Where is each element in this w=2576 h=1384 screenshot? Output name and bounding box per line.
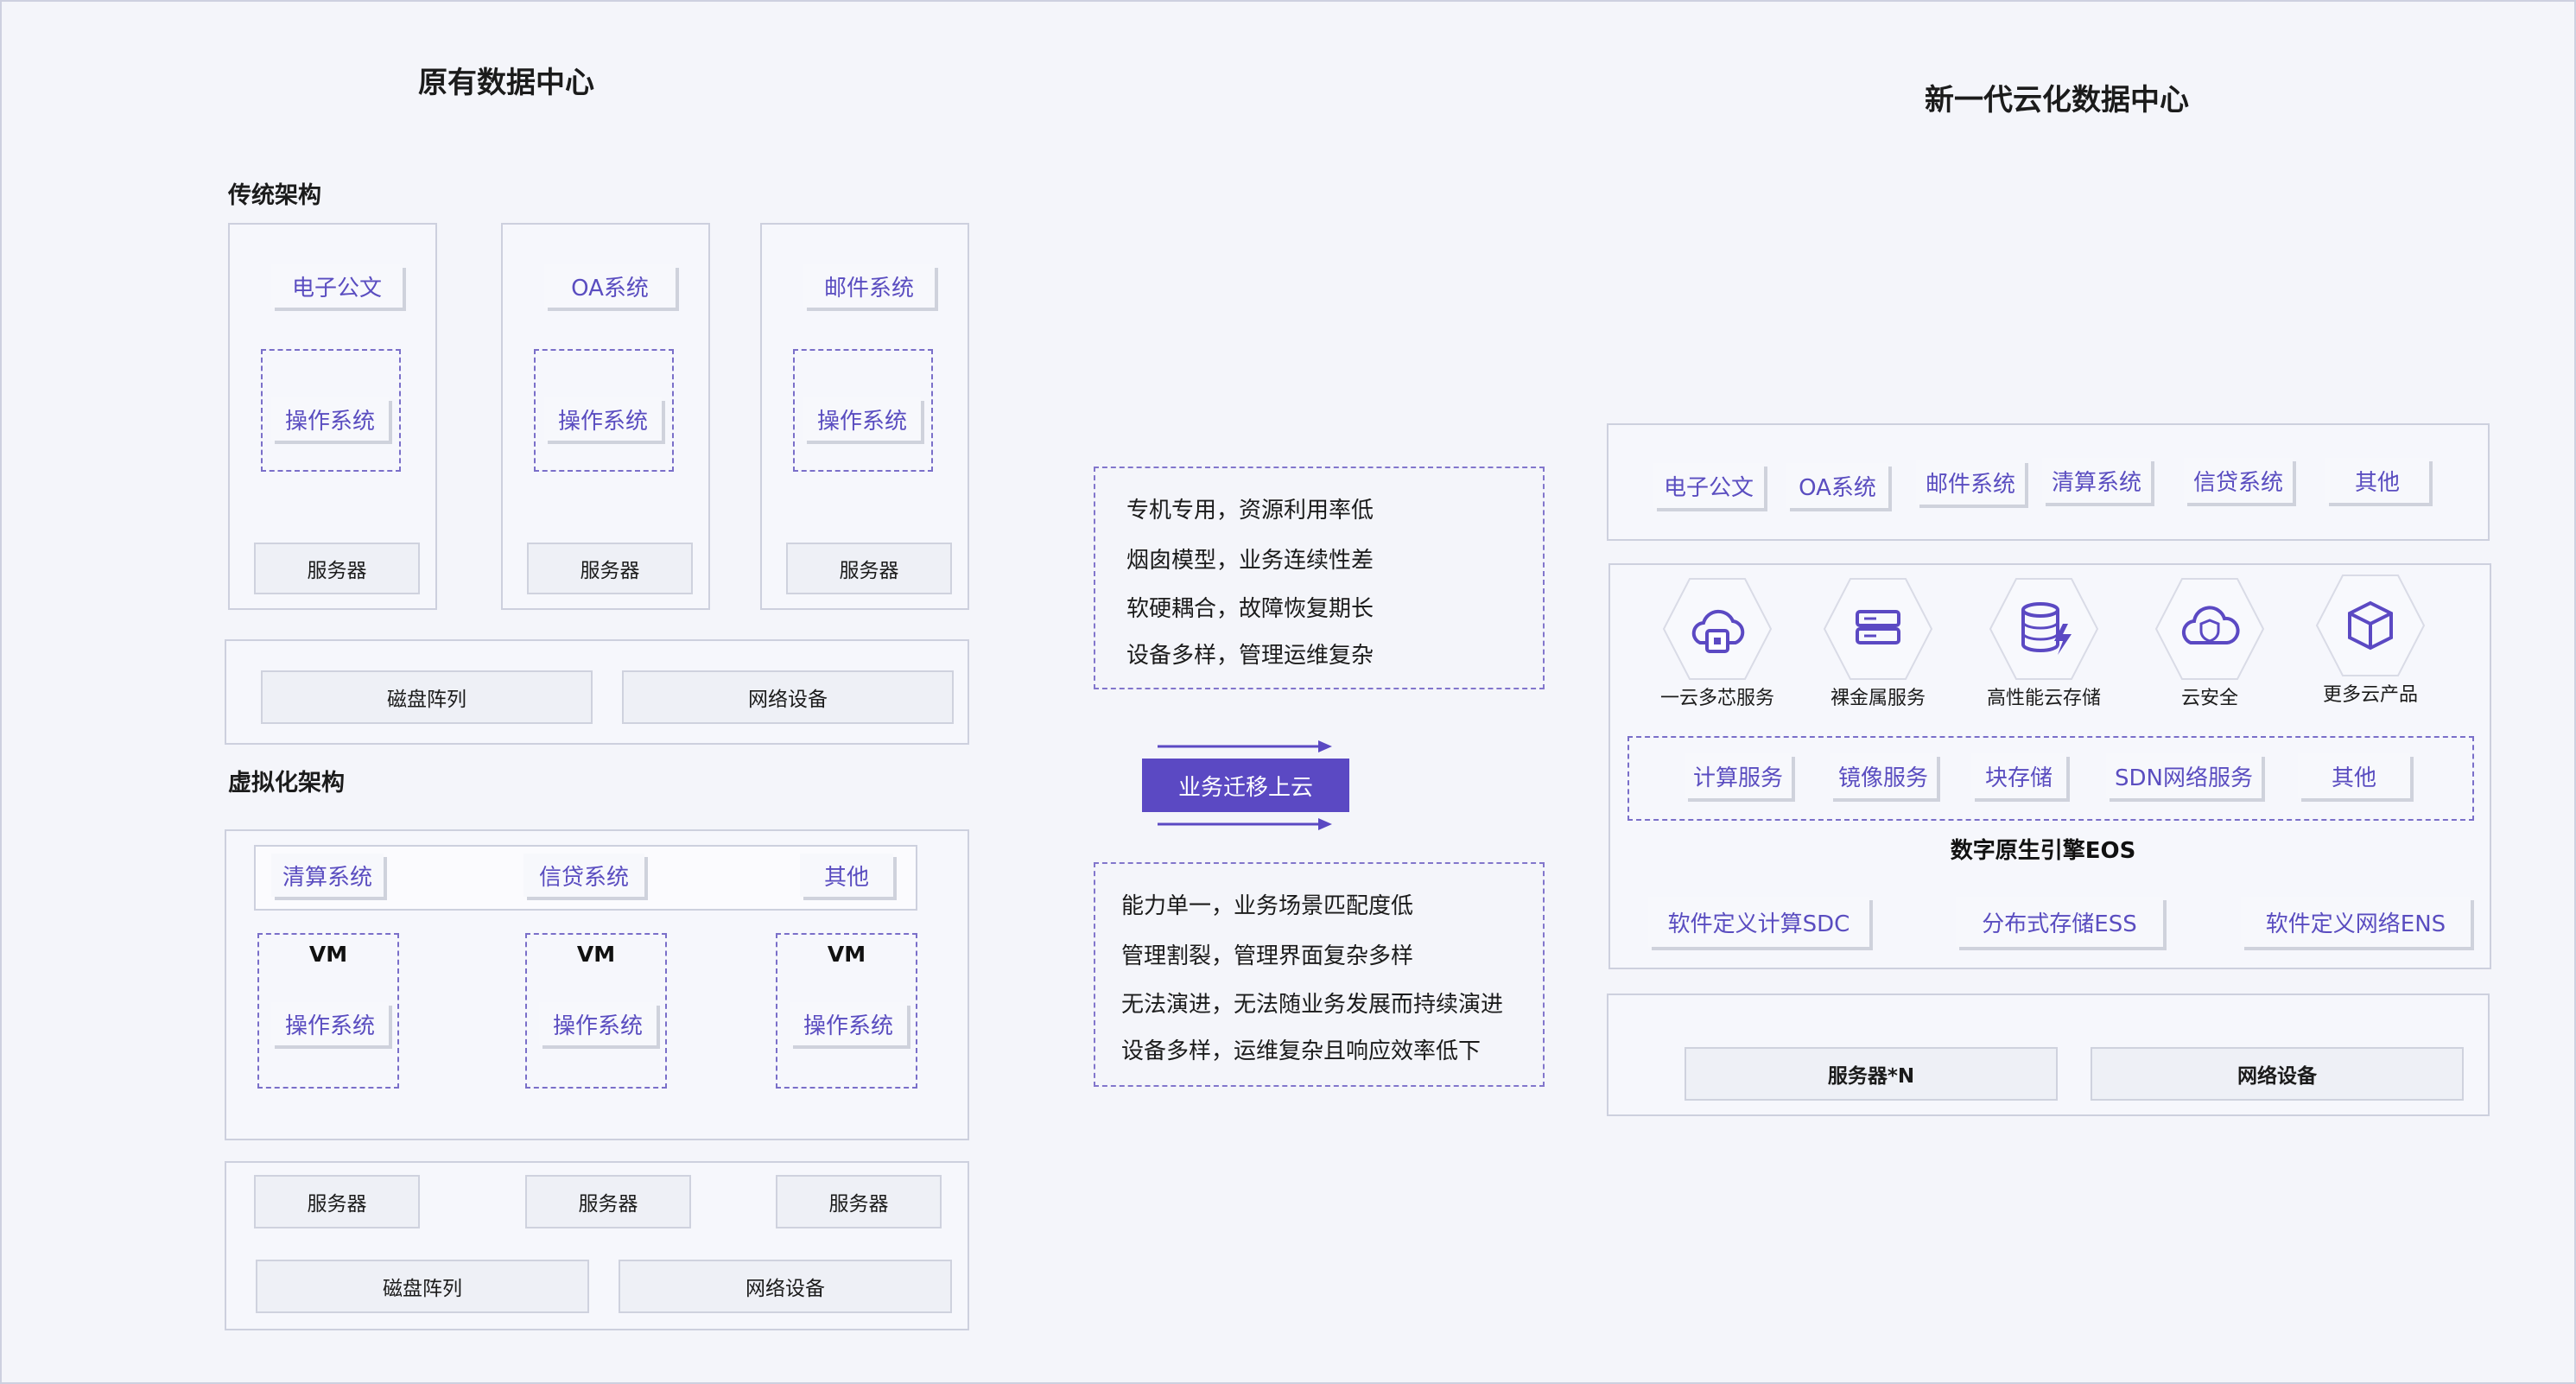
service-label: 一云多芯服务: [1659, 688, 1774, 709]
problem-line: 能力单一，业务场景匹配度低: [1121, 893, 1414, 919]
app-label: 信贷系统: [523, 854, 644, 897]
database-bolt-icon: [1989, 578, 2099, 680]
compute-service-label: 镜像服务: [1830, 753, 1937, 798]
top-arrowhead: [1318, 740, 1332, 752]
vm-label: VM: [308, 942, 348, 967]
server-box: 服务器: [786, 543, 952, 594]
network-device-box: 网络设备: [2091, 1047, 2464, 1101]
chip-cloud-icon: [1662, 578, 1773, 680]
service-label: 高性能云存储: [1986, 688, 2101, 709]
compute-service-label: 其他: [2298, 753, 2410, 798]
servers-n-box: 服务器*N: [1685, 1047, 2058, 1101]
compute-service-label: SDN网络服务: [2106, 753, 2262, 798]
software-defined-label: 软件定义计算SDC: [1648, 897, 1869, 947]
vm-label: VM: [827, 942, 866, 967]
server-stack-icon: [1823, 578, 1933, 680]
network-device-box: 网络设备: [622, 670, 954, 724]
problem-line: 烟囱模型，业务连续性差: [1126, 548, 1374, 574]
os-label: 操作系统: [271, 397, 389, 441]
os-label: 操作系统: [271, 1002, 389, 1045]
traditional-heading: 传统架构: [228, 182, 321, 209]
disk-array-box: 磁盘阵列: [256, 1260, 589, 1313]
os-label: 操作系统: [803, 397, 921, 441]
app-label: 清算系统: [2042, 458, 2151, 503]
app-label: OA系统: [1786, 463, 1888, 508]
server-box: 服务器: [254, 1175, 420, 1228]
left-title: 原有数据中心: [418, 66, 594, 100]
vm-label: VM: [576, 942, 616, 967]
app-label: 邮件系统: [803, 264, 935, 308]
problem-line: 设备多样，运维复杂且响应效率低下: [1121, 1038, 1482, 1064]
app-label: OA系统: [544, 264, 676, 308]
problem-line: 设备多样，管理运维复杂: [1126, 643, 1374, 669]
server-box: 服务器: [776, 1175, 942, 1228]
app-label: 电子公文: [1653, 463, 1764, 508]
service-label: 更多云产品: [2322, 684, 2418, 706]
problem-line: 专机专用，资源利用率低: [1126, 498, 1374, 524]
service-label: 裸金属服务: [1830, 688, 1926, 709]
app-label: 邮件系统: [1916, 460, 2025, 505]
server-box: 服务器: [525, 1175, 691, 1228]
migrate-to-cloud-label: 业务迁移上云: [1142, 759, 1349, 812]
problem-line: 软硬耦合，故障恢复期长: [1126, 596, 1374, 622]
app-label: 电子公文: [271, 264, 403, 308]
disk-array-box: 磁盘阵列: [261, 670, 593, 724]
eos-label: 数字原生引擎EOS: [1950, 838, 2136, 864]
virtual-heading: 虚拟化架构: [228, 770, 345, 797]
app-label: 信贷系统: [2184, 458, 2293, 503]
software-defined-label: 分布式存储ESS: [1956, 897, 2163, 947]
server-box: 服务器: [527, 543, 693, 594]
os-label: 操作系统: [539, 1002, 657, 1045]
cloud-shield-icon: [2154, 578, 2265, 680]
network-device-box: 网络设备: [619, 1260, 952, 1313]
os-label: 操作系统: [790, 1002, 907, 1045]
compute-service-label: 计算服务: [1685, 753, 1792, 798]
software-defined-label: 软件定义网络ENS: [2241, 897, 2471, 947]
problem-line: 管理割裂，管理界面复杂多样: [1121, 943, 1414, 969]
app-label: 其他: [800, 854, 893, 897]
os-label: 操作系统: [544, 397, 662, 441]
compute-service-label: 块存储: [1971, 753, 2066, 798]
app-label: 其他: [2325, 458, 2429, 503]
bottom-arrowhead: [1318, 818, 1332, 830]
problem-line: 无法演进，无法随业务发展而持续演进: [1121, 992, 1504, 1018]
right-title: 新一代云化数据中心: [1925, 83, 2189, 117]
server-box: 服务器: [254, 543, 420, 594]
cube-icon: [2315, 575, 2426, 676]
service-label: 云安全: [2180, 688, 2238, 709]
app-label: 清算系统: [271, 854, 384, 897]
